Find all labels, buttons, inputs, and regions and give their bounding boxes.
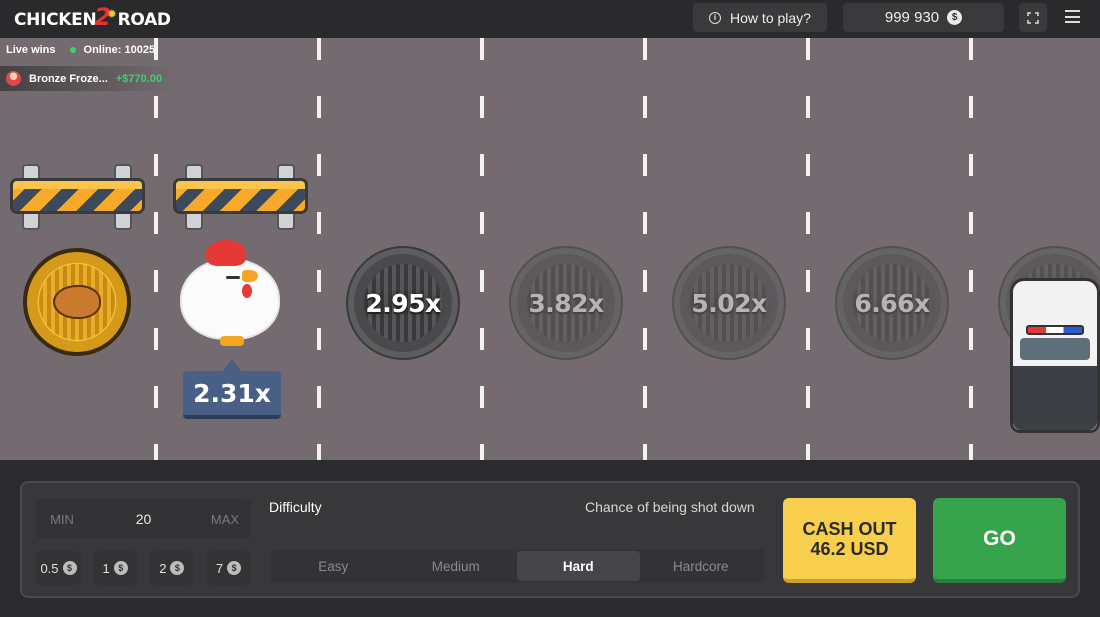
dollar-coin-icon: $ (62, 561, 77, 575)
game-road: Live wins Online: 10025 Bronze Froze... … (0, 38, 1100, 460)
info-icon: i (709, 11, 722, 24)
logo-text-right: ROAD (117, 10, 171, 30)
lane-divider (480, 38, 484, 460)
lane-multiplier: 3.82x (528, 288, 604, 318)
quick-bet-chip[interactable]: 1 $ (92, 551, 138, 585)
lane-multiplier: 2.95x (365, 288, 441, 318)
collected-coin-roast-chicken-icon (23, 248, 131, 356)
chip-value: 2 (159, 560, 167, 576)
logo-sun-icon: ✹ (106, 7, 117, 21)
chip-value: 1 (102, 560, 110, 576)
current-multiplier-tag: 2.31x (183, 359, 281, 419)
lane-divider (154, 38, 158, 460)
logo-text-left: CHICKEN (14, 10, 97, 30)
road-barrier (173, 164, 308, 230)
online-count: Online: 10025 (83, 44, 156, 56)
game-logo: CHICKEN 2 ✹ ROAD (14, 3, 171, 33)
bet-max-button[interactable]: MAX (199, 512, 251, 527)
player-avatar (6, 71, 21, 86)
dollar-coin-icon: $ (113, 561, 128, 575)
live-win-entry: Bronze Froze... +$770.00 (0, 66, 175, 91)
lane-multiplier-manhole[interactable]: 2.95x (348, 248, 458, 358)
quick-bet-chips: 0.5 $ 1 $ 2 $ 7 $ (36, 551, 251, 585)
dollar-coin-icon: $ (947, 10, 963, 25)
difficulty-selector: Easy Medium Hard Hardcore (270, 549, 764, 583)
difficulty-hardcore-tab[interactable]: Hardcore (640, 551, 763, 581)
live-wins-title: Live wins (6, 44, 56, 56)
difficulty-easy-tab[interactable]: Easy (272, 551, 395, 581)
win-amount: +$770.00 (115, 72, 163, 85)
difficulty-label: Difficulty (269, 499, 322, 515)
lane-divider (806, 38, 810, 460)
quick-bet-chip[interactable]: 2 $ (149, 551, 195, 585)
difficulty-medium-tab[interactable]: Medium (395, 551, 518, 581)
quick-bet-chip[interactable]: 0.5 $ (36, 551, 81, 585)
bet-control-panel: MIN 20 MAX 0.5 $ 1 $ 2 $ 7 $ Difficulty … (20, 481, 1080, 598)
lane-multiplier: 5.02x (691, 288, 767, 318)
top-bar: CHICKEN 2 ✹ ROAD i How to play? 999 930 … (0, 0, 1100, 38)
cash-out-amount: 46.2 USD (810, 538, 889, 559)
siren-lights (1026, 325, 1084, 335)
go-button[interactable]: GO (933, 498, 1066, 583)
police-car (1010, 278, 1100, 433)
bet-min-button[interactable]: MIN (36, 512, 88, 527)
online-status-dot (69, 47, 76, 53)
dollar-coin-icon: $ (227, 561, 242, 575)
lane-multiplier: 6.66x (854, 288, 930, 318)
lane-multiplier-manhole: 6.66x (837, 248, 947, 358)
how-to-play-button[interactable]: i How to play? (693, 3, 827, 32)
balance-display: 999 930 $ (843, 3, 1004, 32)
fullscreen-icon (1027, 11, 1039, 24)
quick-bet-chip[interactable]: 7 $ (205, 551, 251, 585)
bet-amount-input[interactable]: 20 (88, 511, 199, 527)
chicken-character (180, 240, 282, 348)
live-wins-header: Live wins Online: 10025 (6, 44, 155, 56)
hamburger-menu-icon[interactable] (1065, 10, 1080, 23)
lane-divider (643, 38, 647, 460)
lane-multiplier-manhole: 3.82x (511, 248, 621, 358)
live-wins-feed: Live wins Online: 10025 Bronze Froze... … (0, 38, 175, 98)
how-to-play-label: How to play? (730, 9, 811, 26)
control-area: MIN 20 MAX 0.5 $ 1 $ 2 $ 7 $ Difficulty … (0, 460, 1100, 617)
chance-label: Chance of being shot down (585, 499, 755, 515)
cash-out-label: CASH OUT (802, 518, 897, 539)
balance-value: 999 930 (884, 9, 940, 26)
lane-multiplier-manhole: 5.02x (674, 248, 784, 358)
road-barrier (10, 164, 145, 230)
fullscreen-button[interactable] (1019, 3, 1047, 32)
go-label: GO (983, 526, 1016, 550)
player-name: Bronze Froze... (29, 72, 108, 85)
difficulty-hard-tab[interactable]: Hard (517, 551, 640, 581)
chip-value: 0.5 (40, 560, 59, 576)
lane-divider (969, 38, 973, 460)
dollar-coin-icon: $ (170, 561, 185, 575)
lane-divider (317, 38, 321, 460)
chip-value: 7 (215, 560, 224, 576)
bet-amount-box: MIN 20 MAX (36, 499, 251, 539)
cash-out-button[interactable]: CASH OUT 46.2 USD (783, 498, 916, 583)
